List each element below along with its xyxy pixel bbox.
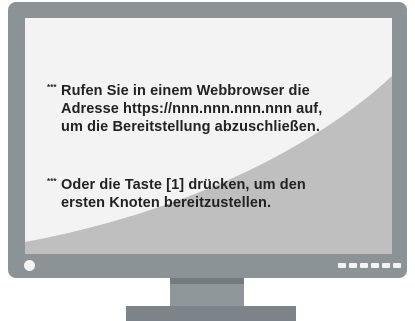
monitor-stand-base (126, 306, 296, 321)
screen-text-area: *** Rufen Sie in einem Webbrowser die Ad… (25, 18, 392, 254)
monitor-buttons-icon (338, 263, 401, 268)
monitor-button (360, 263, 368, 268)
monitor-screen: *** Rufen Sie in einem Webbrowser die Ad… (25, 18, 392, 254)
message-first-node: *** Oder die Taste [1] drücken, um den e… (47, 176, 306, 212)
monitor-stand-shadow (170, 278, 244, 284)
message-provisioning-url: *** Rufen Sie in einem Webbrowser die Ad… (47, 82, 323, 136)
monitor-button (338, 263, 346, 268)
message-line: Rufen Sie in einem Webbrowser die (61, 83, 310, 99)
message-line: Oder die Taste [1] drücken, um den (61, 177, 306, 193)
message-marker: *** (47, 83, 57, 92)
message-line: ersten Knoten bereitzustellen. (61, 195, 272, 211)
message-line: Adresse https://nnn.nnn.nnn.nnn auf, (61, 101, 323, 117)
monitor-button (371, 263, 379, 268)
message-line: um die Bereitstellung abzuschließen. (61, 119, 321, 135)
monitor-button (349, 263, 357, 268)
power-indicator-icon (24, 260, 35, 271)
message-marker: *** (47, 177, 57, 186)
monitor-button (393, 263, 401, 268)
monitor-button (382, 263, 390, 268)
